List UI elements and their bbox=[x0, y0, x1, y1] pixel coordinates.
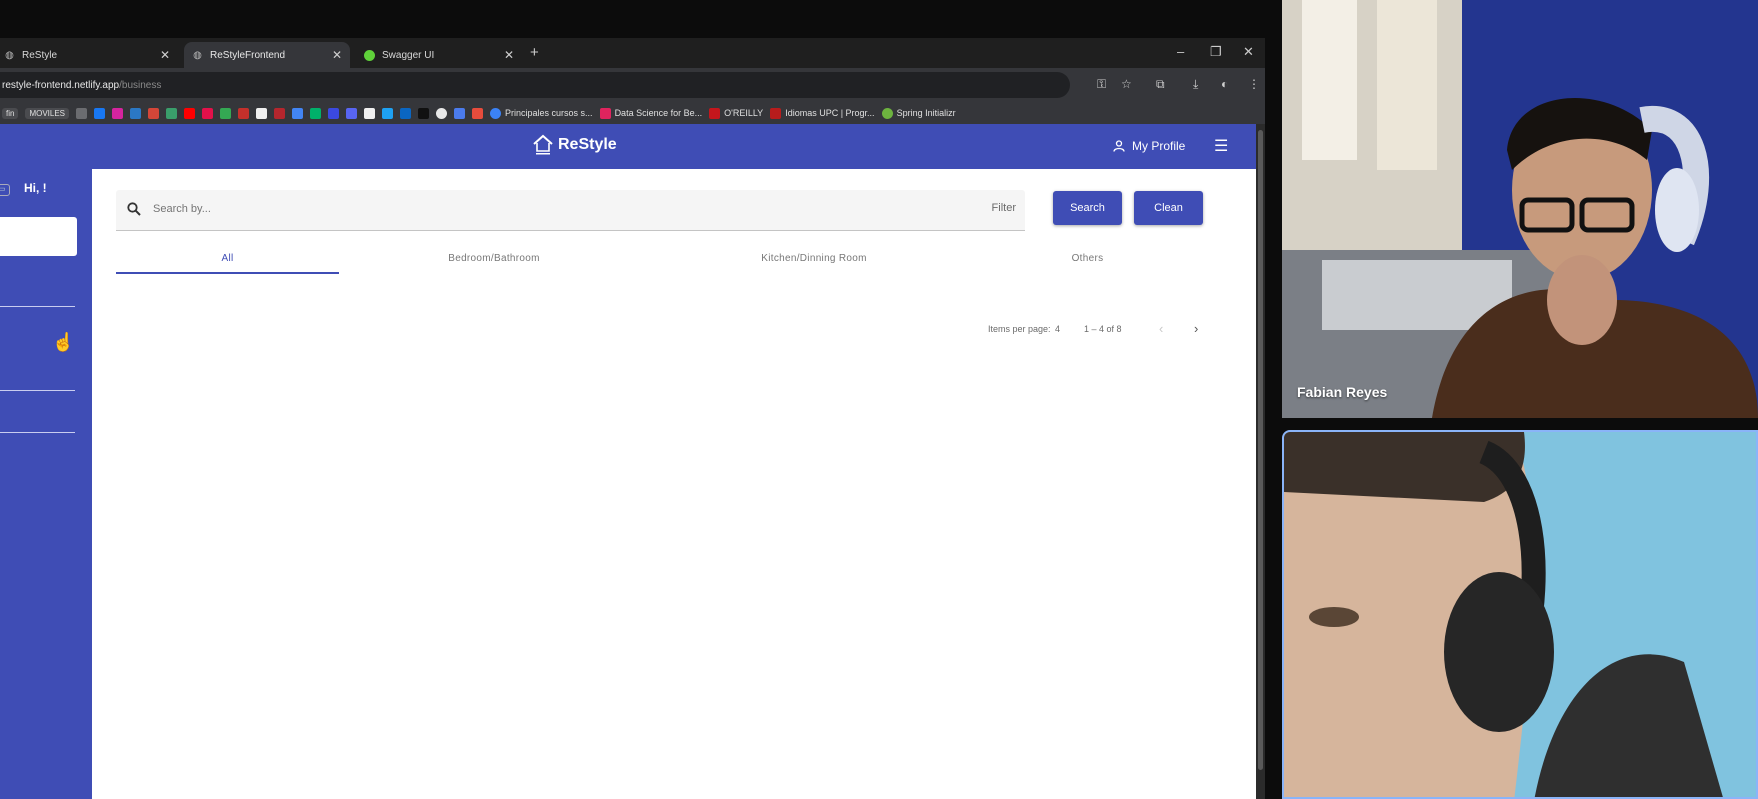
close-tab-icon[interactable]: ✕ bbox=[160, 48, 170, 62]
items-per-page-label: Items per page: bbox=[988, 324, 1051, 334]
bookmark-icon bbox=[490, 107, 502, 119]
globe-icon: ◍ bbox=[193, 49, 202, 61]
facebook-icon[interactable] bbox=[94, 107, 106, 119]
sidenav-divider bbox=[0, 306, 75, 307]
app-toolbar: ReStyle My Profile ☰ bbox=[0, 124, 1256, 169]
docs-icon[interactable] bbox=[292, 107, 304, 119]
items-per-page-select[interactable]: 4 bbox=[1055, 324, 1060, 334]
participant-name: Fabian Reyes bbox=[1297, 384, 1388, 400]
browser-tab-restylefrontend[interactable]: ◍ ReStyleFrontend ✕ bbox=[184, 42, 350, 68]
sidenav: ▭ Hi, ! ☝ bbox=[0, 169, 92, 799]
globe-icon: ◍ bbox=[5, 49, 14, 61]
bookmark-icon[interactable] bbox=[418, 107, 430, 119]
search-icon bbox=[127, 202, 141, 216]
close-tab-icon[interactable]: ✕ bbox=[504, 48, 514, 62]
sidenav-divider bbox=[0, 390, 75, 391]
search-button[interactable]: Search bbox=[1053, 191, 1122, 225]
person-icon bbox=[1113, 140, 1125, 152]
hand-cursor-icon: ☝ bbox=[52, 332, 75, 352]
kebab-menu-icon[interactable]: ⋮ bbox=[1248, 77, 1260, 91]
bookmark-icon bbox=[709, 107, 721, 119]
bookmark-icon[interactable] bbox=[166, 107, 178, 119]
tab-bedroom-bathroom[interactable]: Bedroom/Bathroom bbox=[339, 242, 649, 274]
scrollbar-thumb[interactable] bbox=[1258, 130, 1263, 770]
tab-all[interactable]: All bbox=[116, 242, 339, 274]
paginator-range: 1 – 4 of 8 bbox=[1084, 324, 1122, 334]
tab-strip: ◍ ReStyle ✕ ◍ ReStyleFrontend ✕ Swagger … bbox=[0, 38, 1265, 68]
bookmark-icon[interactable] bbox=[130, 107, 142, 119]
webcam-feed bbox=[1282, 0, 1758, 418]
bookmark-data-science[interactable]: Data Science for Be... bbox=[599, 107, 702, 119]
spring-icon bbox=[881, 107, 893, 119]
browser-tab-swagger[interactable]: Swagger UI ✕ bbox=[356, 42, 522, 68]
participant-video-fabian-reyes: Fabian Reyes bbox=[1282, 0, 1758, 418]
bookmark-icon[interactable] bbox=[238, 107, 250, 119]
extensions-icon[interactable]: ⧉ bbox=[1156, 77, 1165, 92]
sidenav-divider bbox=[0, 432, 75, 433]
url-field[interactable]: restyle-frontend.netlify.app/business bbox=[0, 72, 1070, 98]
restyle-logo[interactable]: ReStyle bbox=[532, 133, 617, 157]
swagger-icon bbox=[364, 49, 375, 61]
active-tab-indicator bbox=[116, 272, 339, 274]
instagram-icon[interactable] bbox=[112, 107, 124, 119]
key-icon[interactable]: ⚿ bbox=[1097, 77, 1106, 92]
new-tab-button[interactable]: + bbox=[530, 44, 539, 61]
sidenav-field[interactable] bbox=[0, 217, 77, 256]
my-profile-button[interactable]: My Profile bbox=[1113, 139, 1185, 153]
youtube-icon[interactable] bbox=[184, 107, 196, 119]
bookmark-moviles[interactable]: MOVILES bbox=[25, 107, 70, 119]
browser-tab-restyle[interactable]: ◍ ReStyle ✕ bbox=[0, 42, 178, 68]
bookmark-icon[interactable] bbox=[472, 107, 484, 119]
bookmark-icon bbox=[770, 107, 782, 119]
previous-page-icon[interactable]: ‹ bbox=[1159, 321, 1163, 336]
bookmark-icon[interactable] bbox=[274, 107, 286, 119]
bookmark-folder-icon[interactable]: fin bbox=[2, 107, 19, 119]
search-field[interactable]: Search by... Filter bbox=[116, 190, 1025, 231]
heart-icon bbox=[599, 107, 611, 119]
bookmark-spring-initializr[interactable]: Spring Initializr bbox=[881, 107, 956, 119]
address-bar: restyle-frontend.netlify.app/business ⚿ … bbox=[0, 68, 1265, 102]
bookmark-icon[interactable] bbox=[328, 107, 340, 119]
bookmark-icon[interactable] bbox=[454, 107, 466, 119]
bookmark-icon[interactable] bbox=[346, 107, 358, 119]
bookmark-oreilly[interactable]: O'REILLY bbox=[709, 107, 763, 119]
github-icon[interactable] bbox=[364, 107, 376, 119]
search-input[interactable]: Search by... bbox=[153, 203, 211, 215]
page-viewport: ReStyle My Profile ☰ ▭ Hi, ! ☝ Search by… bbox=[0, 124, 1256, 799]
filter-label: Filter bbox=[991, 202, 1016, 214]
bookmark-icon[interactable] bbox=[202, 107, 214, 119]
drive-icon[interactable] bbox=[220, 107, 232, 119]
page-scrollbar[interactable] bbox=[1256, 124, 1265, 799]
bookmark-icon[interactable] bbox=[382, 107, 394, 119]
bookmark-icon[interactable] bbox=[310, 107, 322, 119]
tab-kitchen-dinning-room[interactable]: Kitchen/Dinning Room bbox=[649, 242, 979, 274]
bookmark-icon[interactable] bbox=[436, 107, 448, 119]
minimize-icon[interactable]: – bbox=[1177, 44, 1184, 59]
profile-avatar-icon[interactable]: ◐ bbox=[1221, 77, 1228, 91]
browser-window: ◍ ReStyle ✕ ◍ ReStyleFrontend ✕ Swagger … bbox=[0, 38, 1265, 799]
close-window-icon[interactable]: ✕ bbox=[1243, 44, 1254, 60]
star-icon[interactable]: ☆ bbox=[1121, 77, 1132, 91]
tab-others[interactable]: Others bbox=[979, 242, 1196, 274]
participant-video-self bbox=[1282, 430, 1758, 799]
webcam-feed bbox=[1284, 432, 1756, 797]
close-tab-icon[interactable]: ✕ bbox=[332, 48, 342, 62]
linkedin-icon[interactable] bbox=[400, 107, 412, 119]
bookmarks-bar: fin MOVILES Principales cursos s... Data… bbox=[0, 102, 1265, 124]
bookmark-idiomas-upc[interactable]: Idiomas UPC | Progr... bbox=[770, 107, 875, 119]
house-logo-icon bbox=[533, 134, 553, 155]
github-icon[interactable] bbox=[256, 107, 268, 119]
greeting: Hi, ! bbox=[24, 181, 47, 195]
clean-button[interactable]: Clean bbox=[1134, 191, 1203, 225]
bookmark-principales[interactable]: Principales cursos s... bbox=[490, 107, 593, 119]
next-page-icon[interactable]: › bbox=[1194, 321, 1198, 336]
category-tabs: All Bedroom/Bathroom Kitchen/Dinning Roo… bbox=[116, 242, 1196, 274]
avatar: ▭ bbox=[0, 184, 10, 196]
download-icon[interactable]: ⤓ bbox=[1193, 77, 1198, 92]
gmail-icon[interactable] bbox=[148, 107, 160, 119]
hamburger-menu-icon[interactable]: ☰ bbox=[1214, 136, 1228, 156]
restore-icon[interactable]: ❐ bbox=[1210, 44, 1222, 60]
apps-grid-icon[interactable] bbox=[76, 107, 88, 119]
